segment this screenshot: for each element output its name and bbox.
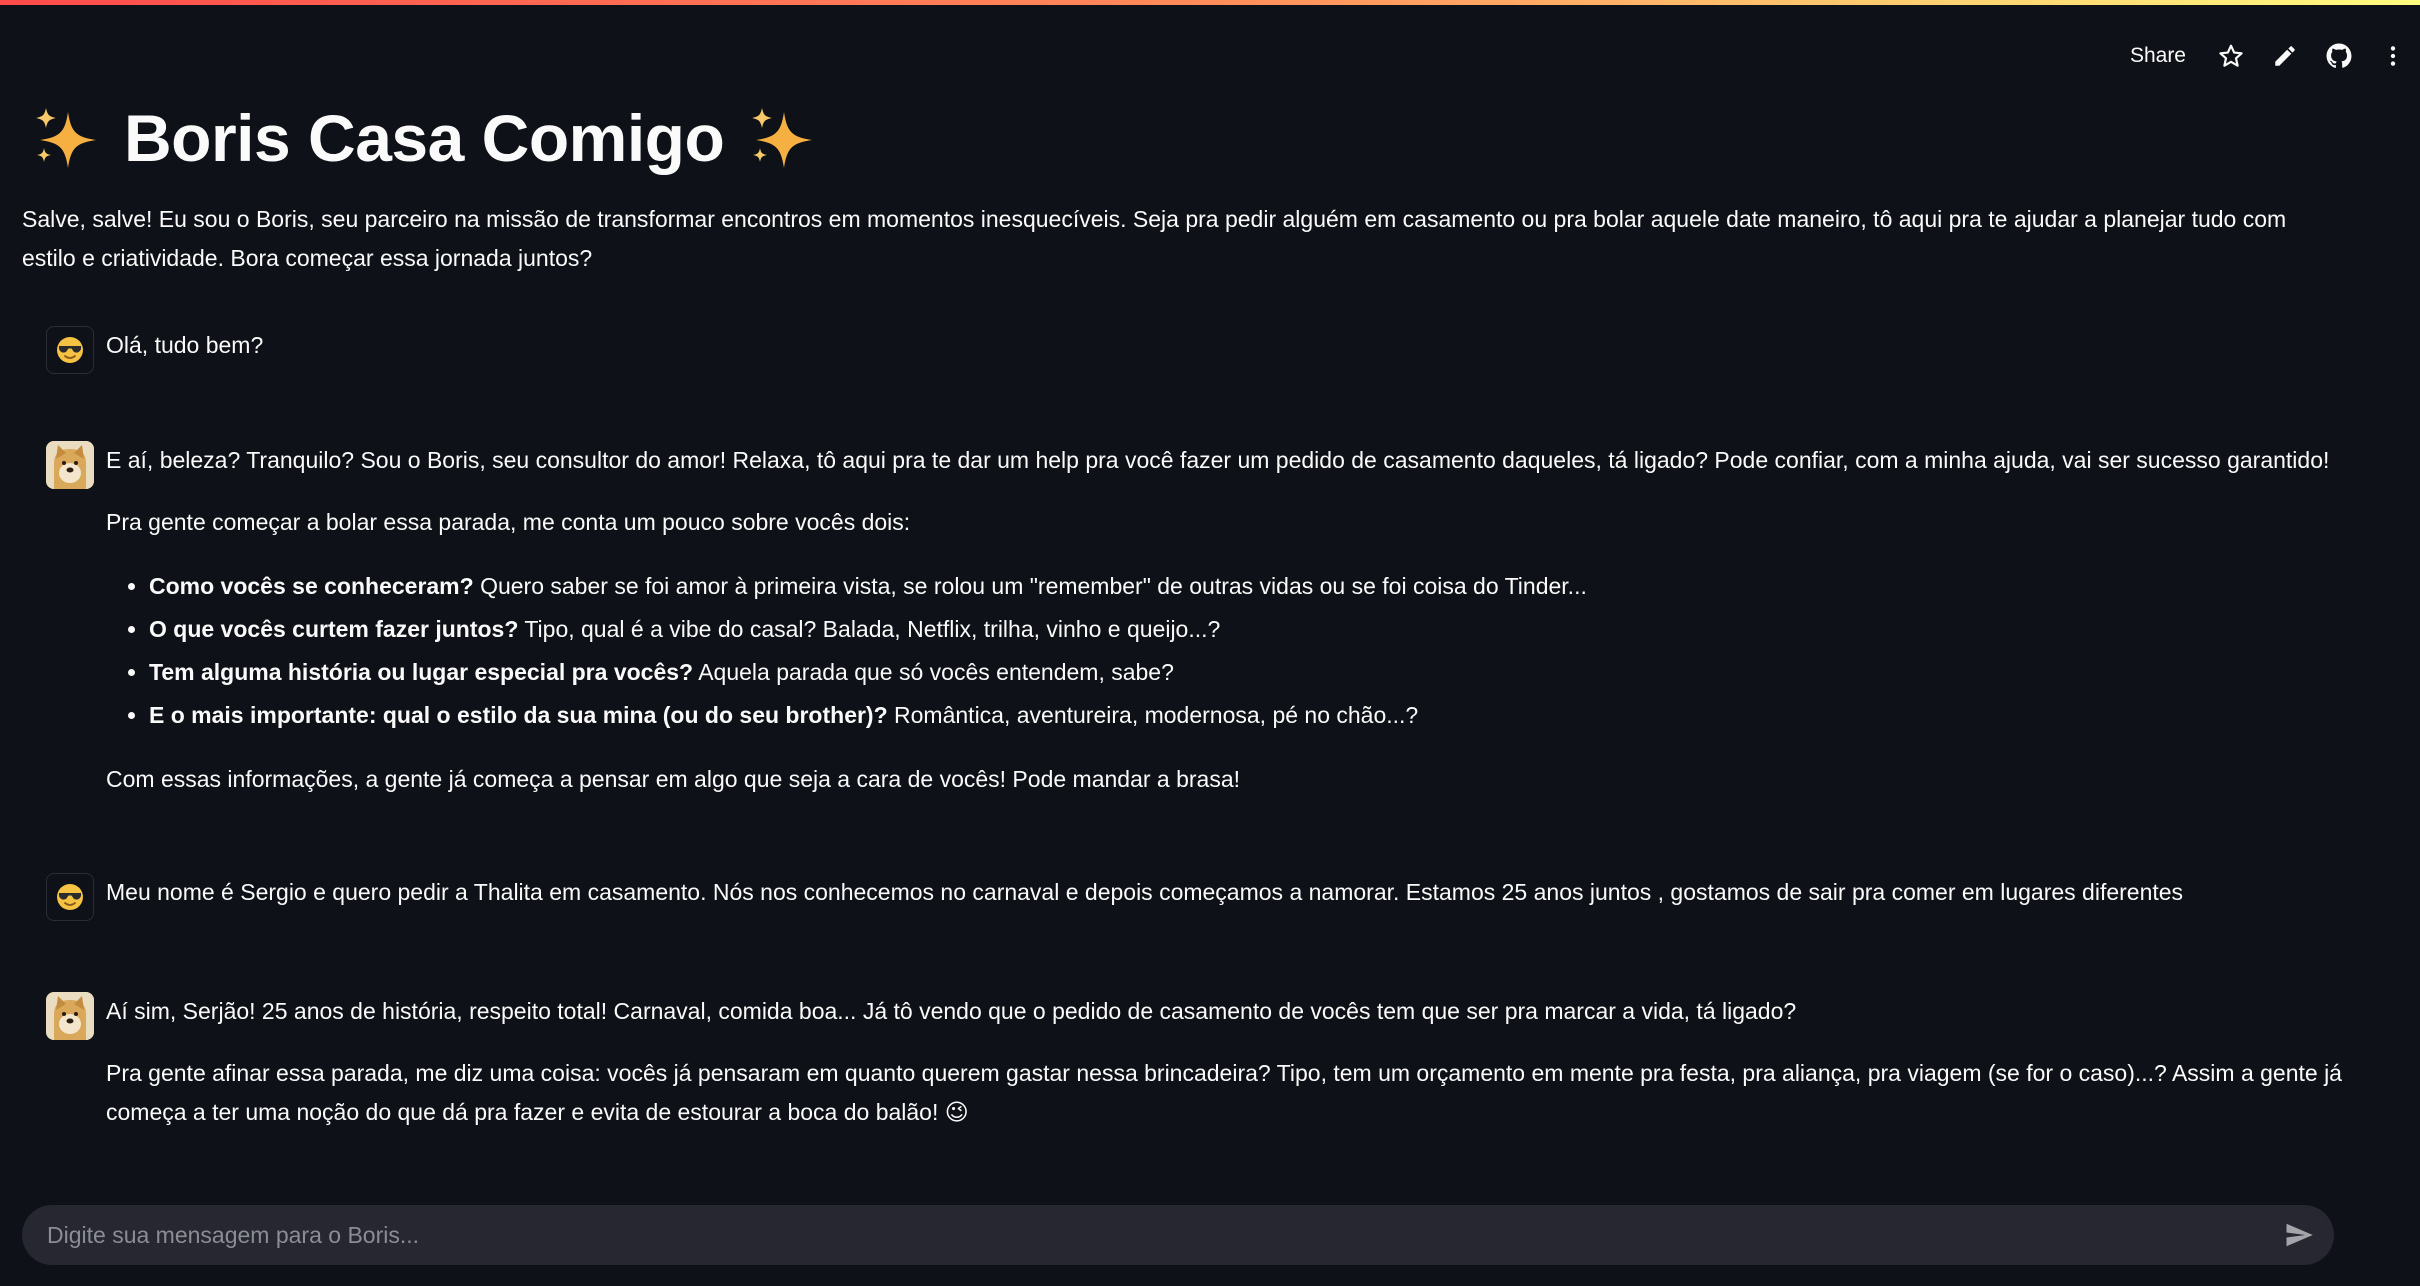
doge-dog-icon bbox=[46, 992, 94, 1040]
question-list: Como vocês se conheceram? Quero saber se… bbox=[106, 565, 2346, 737]
message-paragraph: Com essas informações, a gente já começa… bbox=[106, 766, 1241, 792]
message-text: Olá, tudo bem? bbox=[106, 332, 264, 358]
list-item: Como vocês se conheceram? Quero saber se… bbox=[149, 565, 2346, 608]
list-item-text: Romântica, aventureira, modernosa, pé no… bbox=[887, 702, 1419, 728]
sparkles-icon bbox=[752, 108, 813, 168]
pencil-icon[interactable] bbox=[2258, 36, 2312, 76]
message-content: E aí, beleza? Tranquilo? Sou o Boris, se… bbox=[106, 441, 2346, 822]
list-item-text: Quero saber se foi amor à primeira vista… bbox=[473, 573, 1587, 599]
user-avatar bbox=[46, 326, 94, 374]
intro-text: Salve, salve! Eu sou o Boris, seu parcei… bbox=[22, 206, 2287, 271]
boris-avatar bbox=[46, 441, 94, 489]
wink-emoji: 😉 bbox=[944, 1099, 969, 1125]
chat-input[interactable] bbox=[22, 1221, 2264, 1249]
share-button[interactable]: Share bbox=[2112, 44, 2204, 68]
title-text: Boris Casa Comigo bbox=[124, 101, 725, 175]
message-text: Meu nome é Sergio e quero pedir a Thalit… bbox=[106, 879, 2184, 905]
send-icon bbox=[2286, 1223, 2313, 1247]
more-vertical-icon[interactable] bbox=[2366, 36, 2420, 76]
list-item: E o mais importante: qual o estilo da su… bbox=[149, 694, 2346, 737]
list-item: Tem alguma história ou lugar especial pr… bbox=[149, 651, 2346, 694]
message-paragraph: Aí sim, Serjão! 25 anos de história, res… bbox=[106, 998, 1797, 1024]
message-content: Aí sim, Serjão! 25 anos de história, res… bbox=[106, 992, 2346, 1155]
message-paragraph: Pra gente afinar essa parada, me diz uma… bbox=[106, 1054, 2346, 1132]
sunglasses-face-icon bbox=[57, 337, 83, 363]
app-toolbar: Share bbox=[2112, 36, 2420, 76]
list-item-bold: Tem alguma história ou lugar especial pr… bbox=[149, 659, 694, 685]
user-avatar bbox=[46, 873, 94, 921]
list-item-bold: O que vocês curtem fazer juntos? bbox=[149, 616, 519, 642]
send-button[interactable] bbox=[2264, 1205, 2334, 1265]
sunglasses-face-icon bbox=[57, 884, 83, 910]
list-item-bold: Como vocês se conheceram? bbox=[149, 573, 474, 599]
top-decoration-bar bbox=[0, 0, 2420, 5]
message-paragraph: E aí, beleza? Tranquilo? Sou o Boris, se… bbox=[106, 447, 2330, 473]
list-item: O que vocês curtem fazer juntos? Tipo, q… bbox=[149, 608, 2346, 651]
list-item-text: Tipo, qual é a vibe do casal? Balada, Ne… bbox=[518, 616, 1221, 642]
star-icon[interactable] bbox=[2204, 36, 2258, 76]
message-paragraph-text: Pra gente afinar essa parada, me diz uma… bbox=[106, 1060, 2342, 1125]
page-title: Boris Casa Comigo bbox=[30, 96, 818, 180]
boris-avatar bbox=[46, 992, 94, 1040]
sparkles-icon bbox=[36, 108, 96, 168]
message-content: Meu nome é Sergio e quero pedir a Thalit… bbox=[106, 873, 2346, 935]
message-paragraph: Pra gente começar a bolar essa parada, m… bbox=[106, 509, 911, 535]
list-item-bold: E o mais importante: qual o estilo da su… bbox=[149, 702, 888, 728]
doge-dog-icon bbox=[46, 441, 94, 489]
github-icon[interactable] bbox=[2312, 36, 2366, 76]
list-item-text: Aquela parada que só vocês entendem, sab… bbox=[693, 659, 1174, 685]
message-content: Olá, tudo bem? bbox=[106, 326, 2346, 388]
chat-input-container bbox=[22, 1205, 2334, 1265]
